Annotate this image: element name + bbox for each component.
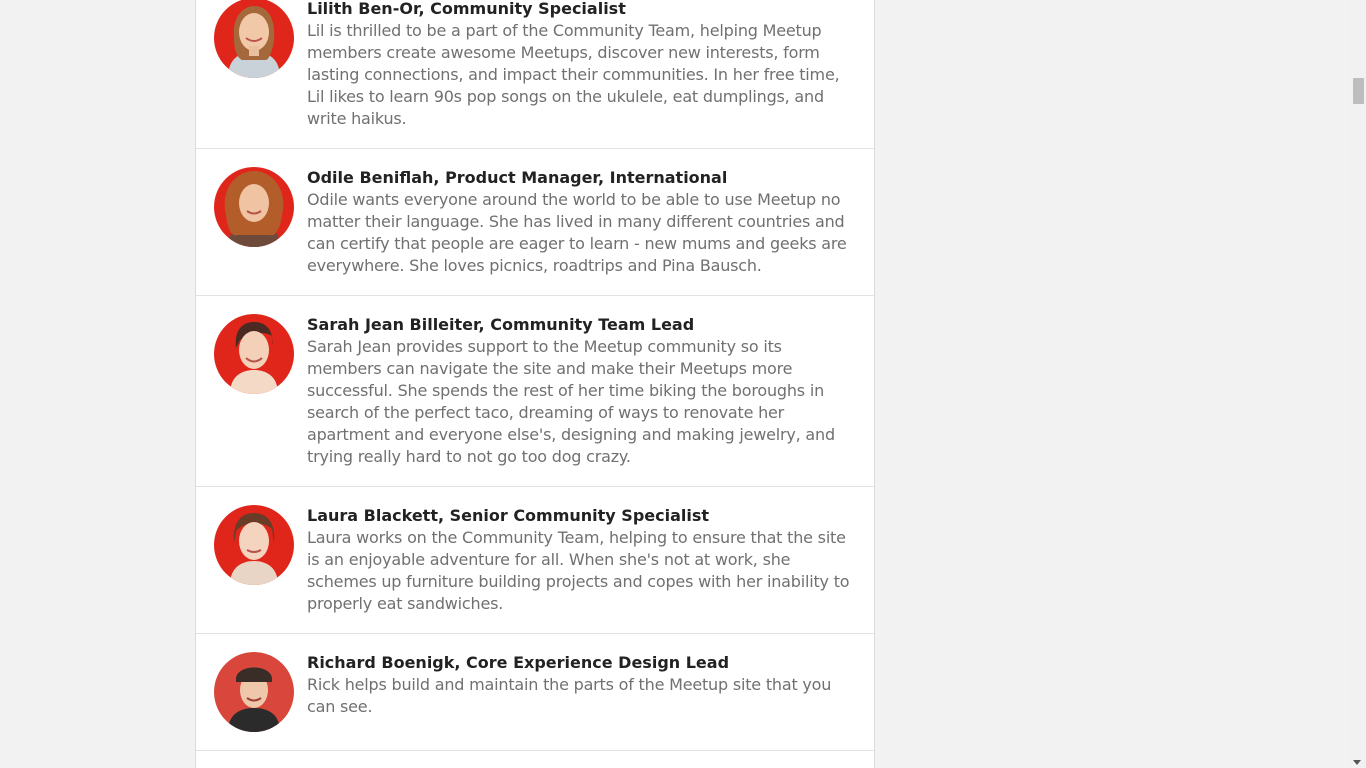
member-name: Sarah Jean Billeiter, Community Team Lea… [307, 315, 695, 334]
team-member: Richard Boenigk, Core Experience Design … [196, 634, 874, 751]
member-name: Richard Boenigk, Core Experience Design … [307, 653, 730, 672]
member-name: Odile Beniflah, Product Manager, Interna… [307, 168, 728, 187]
team-member: Sarah Jean Billeiter, Community Team Lea… [196, 296, 874, 487]
scroll-down-arrow-icon[interactable] [1353, 760, 1361, 765]
member-name: Laura Blackett, Senior Community Special… [307, 506, 710, 525]
team-member: Laura Blackett, Senior Community Special… [196, 487, 874, 634]
vertical-scrollbar[interactable] [1349, 0, 1366, 768]
member-bio: Sarah Jean provides support to the Meetu… [307, 337, 835, 466]
member-avatar [214, 505, 294, 585]
team-page: Lilith Ben-Or, Community Specialist Lil … [0, 0, 1366, 768]
member-bio: Laura works on the Community Team, helpi… [307, 528, 850, 613]
member-avatar [214, 314, 294, 394]
member-avatar [214, 0, 294, 78]
scrollbar-thumb[interactable] [1353, 78, 1364, 104]
team-list: Lilith Ben-Or, Community Specialist Lil … [195, 0, 875, 768]
member-bio: Odile wants everyone around the world to… [307, 190, 847, 275]
member-bio: Lil is thrilled to be a part of the Comm… [307, 21, 840, 128]
member-bio: Rick helps build and maintain the parts … [307, 675, 832, 716]
member-avatar [214, 167, 294, 247]
team-member: Odile Beniflah, Product Manager, Interna… [196, 149, 874, 296]
member-avatar [214, 652, 294, 732]
member-name: Lilith Ben-Or, Community Specialist [307, 0, 626, 18]
team-member: Lilith Ben-Or, Community Specialist Lil … [196, 0, 874, 149]
